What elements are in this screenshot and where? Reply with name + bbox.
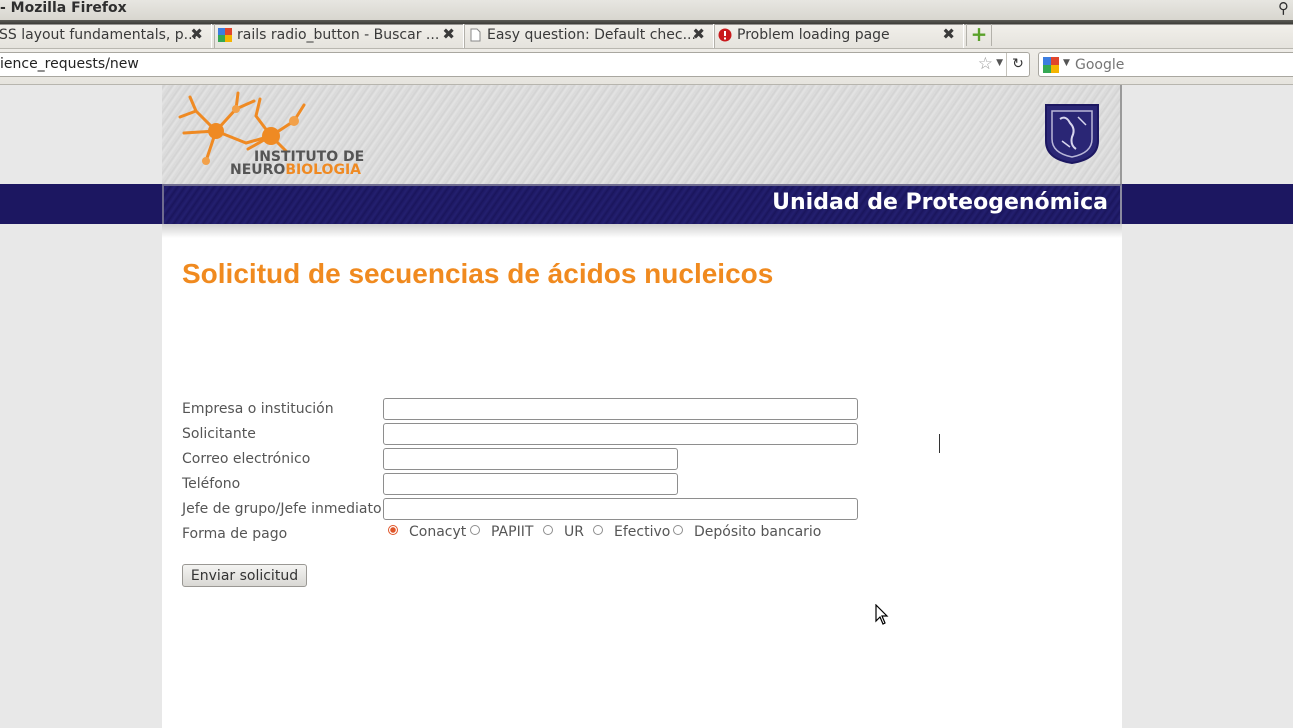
jefe-input[interactable] (383, 498, 858, 520)
radio-button[interactable] (593, 525, 603, 535)
tab-problem-loading[interactable]: Problem loading page ✖ (714, 24, 964, 48)
tab-easy-question[interactable]: Easy question: Default chec... ✖ (464, 24, 714, 48)
radio-label: PAPIIT (491, 524, 534, 540)
text-caret (939, 434, 940, 453)
new-tab-button[interactable]: + (966, 24, 992, 46)
page-icon (470, 28, 481, 42)
navigation-bar: ience_requests/new ☆ ▼ ↻ ▼ (0, 49, 1293, 85)
close-tab-icon[interactable]: ✖ (442, 24, 455, 45)
site-header: INSTITUTO DE NEUROBIOLOGIA (162, 85, 1122, 184)
google-search-engine-icon[interactable] (1043, 57, 1059, 73)
close-tab-icon[interactable]: ✖ (692, 24, 705, 45)
mouse-pointer-icon (875, 604, 889, 625)
radio-label: Conacyt (409, 524, 467, 540)
tab-bar: SS layout fundamentals, p... ✖ rails rad… (0, 20, 1293, 49)
field-label: Correo electrónico (182, 451, 311, 467)
search-bar[interactable]: ▼ (1038, 52, 1293, 77)
radio-button[interactable] (673, 525, 683, 535)
tab-label: Problem loading page (737, 27, 890, 43)
field-label: Forma de pago (182, 526, 288, 542)
radio-button[interactable] (470, 525, 480, 535)
close-tab-icon[interactable]: ✖ (190, 24, 203, 45)
tab-label: rails radio_button - Buscar ... (237, 27, 440, 43)
key-icon[interactable]: ⚲ (1278, 0, 1289, 17)
tab-css-layout[interactable]: SS layout fundamentals, p... ✖ (0, 24, 212, 48)
radio-label: Depósito bancario (694, 524, 822, 540)
radio-label: Efectivo (614, 524, 671, 540)
main-content: Solicitud de secuencias de ácidos nuclei… (162, 224, 1122, 728)
window-titlebar: - Mozilla Firefox ⚲ (0, 0, 1293, 20)
logo-biologia: BIOLOGIA (285, 162, 361, 178)
radio-label: UR (564, 524, 584, 540)
page-title: Solicitud de secuencias de ácidos nuclei… (182, 258, 774, 289)
tab-rails-radio[interactable]: rails radio_button - Buscar ... ✖ (214, 24, 464, 48)
email-input[interactable] (383, 448, 678, 470)
logo-neuro: NEURO (230, 162, 286, 178)
solicitante-input[interactable] (383, 423, 858, 445)
radio-button[interactable] (543, 525, 553, 535)
telefono-input[interactable] (383, 473, 678, 495)
reload-icon[interactable]: ↻ (1006, 53, 1029, 76)
field-label: Teléfono (182, 476, 241, 492)
unam-seal-icon (1045, 104, 1099, 165)
header-shadow (162, 224, 1122, 238)
tab-label: SS layout fundamentals, p... (0, 27, 198, 43)
search-input[interactable] (1075, 55, 1275, 74)
empresa-input[interactable] (383, 398, 858, 420)
url-dropdown-icon[interactable]: ▼ (996, 58, 1003, 68)
url-bar[interactable]: ience_requests/new ☆ ▼ ↻ (0, 52, 1030, 77)
logo-text-line2: NEUROBIOLOGIA (230, 162, 361, 178)
field-forma-pago: Forma de pago Conacyt PAPIIT UR Efectivo (182, 523, 882, 545)
unit-banner: Unidad de Proteogenómica (162, 184, 1122, 224)
window-title: - Mozilla Firefox (0, 0, 127, 16)
field-label: Empresa o institución (182, 401, 334, 417)
tab-label: Easy question: Default chec... (487, 27, 696, 43)
page-viewport: INSTITUTO DE NEUROBIOLOGIA Unidad de Pro… (0, 85, 1293, 728)
close-tab-icon[interactable]: ✖ (942, 24, 955, 45)
unit-title: Unidad de Proteogenómica (772, 190, 1108, 215)
field-label: Jefe de grupo/Jefe inmediato (182, 501, 382, 517)
search-engine-dropdown-icon[interactable]: ▼ (1063, 58, 1070, 68)
field-label: Solicitante (182, 426, 256, 442)
url-text[interactable]: ience_requests/new (0, 56, 139, 72)
error-icon (718, 28, 732, 42)
instituto-neurobiologia-logo[interactable]: INSTITUTO DE NEUROBIOLOGIA (176, 91, 366, 178)
bookmark-star-icon[interactable]: ☆ (978, 54, 993, 74)
google-icon (218, 28, 232, 42)
radio-button-selected[interactable] (388, 525, 398, 535)
submit-button[interactable]: Enviar solicitud (182, 564, 307, 587)
